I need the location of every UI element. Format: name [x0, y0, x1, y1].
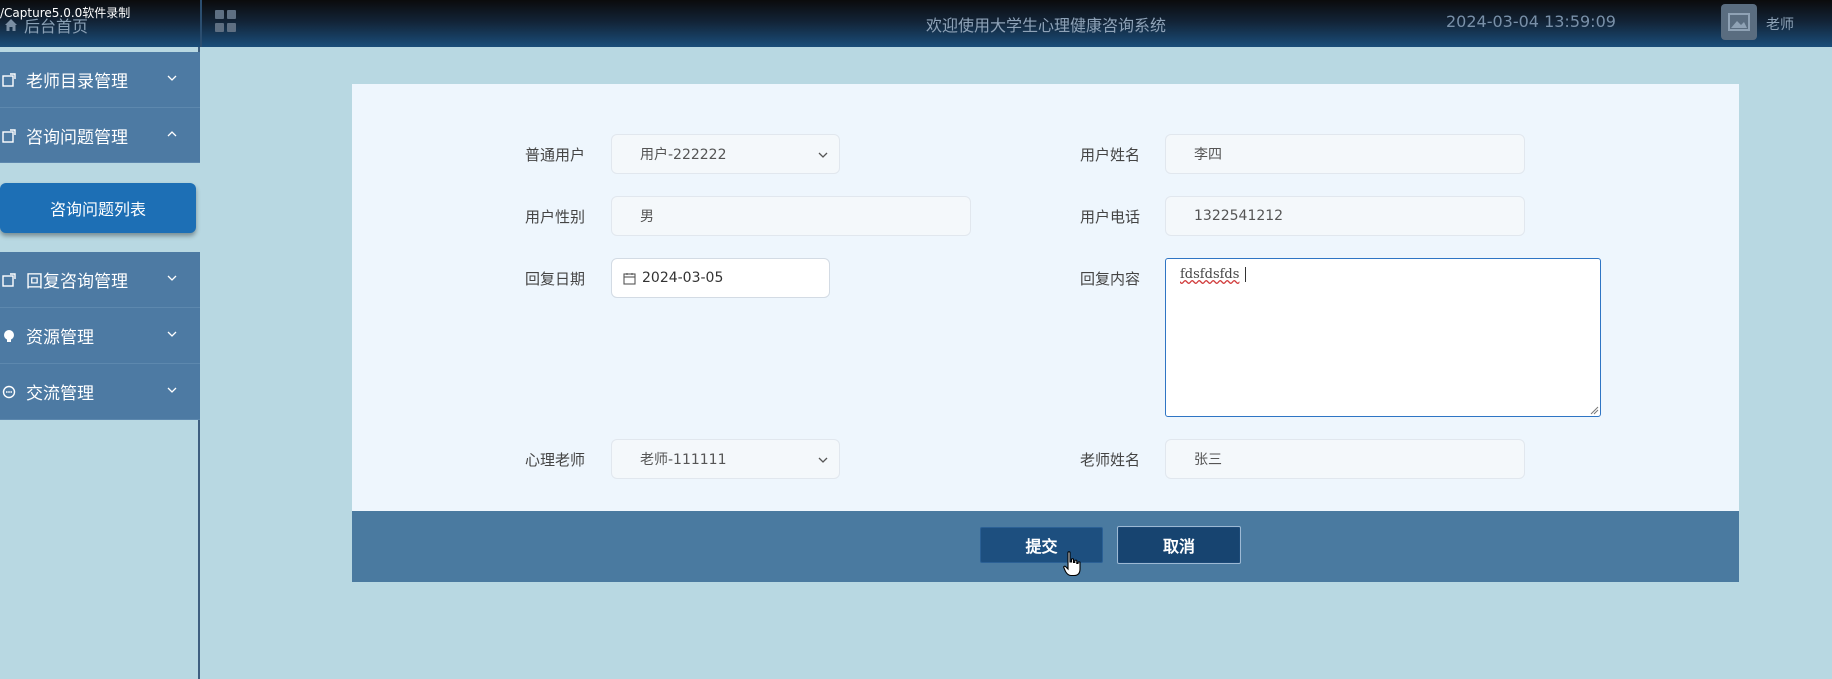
username-field[interactable]: 李四: [1165, 134, 1525, 174]
chevron-up-icon: [167, 131, 177, 137]
teacher-label: 心理老师: [525, 451, 586, 469]
chevron-down-icon: [167, 387, 177, 393]
image-icon: [1728, 13, 1750, 31]
teacher-name-label: 老师姓名: [1080, 451, 1141, 469]
username-label: 用户姓名: [1080, 146, 1141, 164]
phone-label: 用户电话: [1080, 208, 1141, 226]
reply-date-value: 2024-03-05: [642, 270, 724, 286]
teacher-select[interactable]: 老师-111111: [611, 439, 840, 479]
chevron-down-icon: [818, 457, 828, 463]
cancel-button[interactable]: 取消: [1117, 526, 1241, 564]
current-datetime: 2024-03-04 13:59:09: [1446, 12, 1616, 31]
submit-button[interactable]: 提交: [980, 527, 1103, 563]
recording-watermark: /Capture5.0.0软件录制: [0, 6, 131, 20]
sidebar-item-teacher-directory[interactable]: 老师目录管理: [0, 52, 200, 108]
sidebar-item-consult-questions[interactable]: 咨询问题管理: [0, 108, 200, 163]
reply-content-value: fdsfdsfds: [1180, 267, 1240, 282]
teacher-select-value: 老师-111111: [640, 452, 727, 468]
system-title: 欢迎使用大学生心理健康咨询系统: [926, 16, 1167, 35]
sidebar-item-resources[interactable]: 资源管理: [0, 308, 200, 364]
reply-date-picker[interactable]: 2024-03-05: [611, 258, 830, 298]
edit-icon: [2, 129, 16, 143]
teacher-name-field[interactable]: 张三: [1165, 439, 1525, 479]
chevron-down-icon: [167, 275, 177, 281]
sidebar-item-label: 资源管理: [26, 328, 94, 348]
reply-content-label: 回复内容: [1080, 270, 1141, 288]
sidebar-item-label: 回复咨询管理: [26, 272, 128, 292]
calendar-icon: [623, 272, 636, 285]
sidebar-item-communication[interactable]: 交流管理: [0, 364, 200, 420]
edit-icon: [2, 73, 16, 87]
phone-value: 1322541212: [1194, 208, 1284, 224]
header-divider: [200, 0, 202, 47]
user-name[interactable]: 老师: [1766, 14, 1794, 34]
avatar[interactable]: [1721, 4, 1757, 40]
user-label: 普通用户: [525, 146, 586, 164]
gender-value: 男: [640, 209, 654, 225]
username-value: 李四: [1194, 147, 1222, 163]
edit-icon: [2, 273, 16, 287]
reply-content-textarea[interactable]: fdsfdsfds: [1165, 258, 1601, 417]
teacher-name-value: 张三: [1194, 452, 1222, 468]
text-caret: [1245, 267, 1247, 282]
sidebar-item-label: 咨询问题管理: [26, 127, 128, 148]
user-select[interactable]: 用户-222222: [611, 134, 840, 174]
gender-field[interactable]: 男: [611, 196, 971, 236]
sidebar-item-label: 老师目录管理: [26, 72, 128, 92]
phone-field[interactable]: 1322541212: [1165, 196, 1525, 236]
chat-icon: [2, 385, 16, 399]
sidebar-subitem-question-list[interactable]: 咨询问题列表: [0, 183, 196, 233]
gender-label: 用户性别: [525, 208, 586, 226]
user-select-value: 用户-222222: [640, 147, 727, 163]
chevron-down-icon: [167, 331, 177, 337]
reply-date-label: 回复日期: [525, 270, 586, 288]
sidebar-item-reply-consult[interactable]: 回复咨询管理: [0, 252, 200, 308]
bulb-icon: [4, 330, 14, 342]
menu-toggle-grid-icon[interactable]: [215, 10, 237, 32]
chevron-down-icon: [167, 75, 177, 81]
sidebar-item-label: 交流管理: [26, 384, 94, 404]
chevron-down-icon: [818, 152, 828, 158]
resize-grip-icon[interactable]: [1589, 405, 1599, 415]
hand-cursor-icon: [1063, 551, 1081, 577]
